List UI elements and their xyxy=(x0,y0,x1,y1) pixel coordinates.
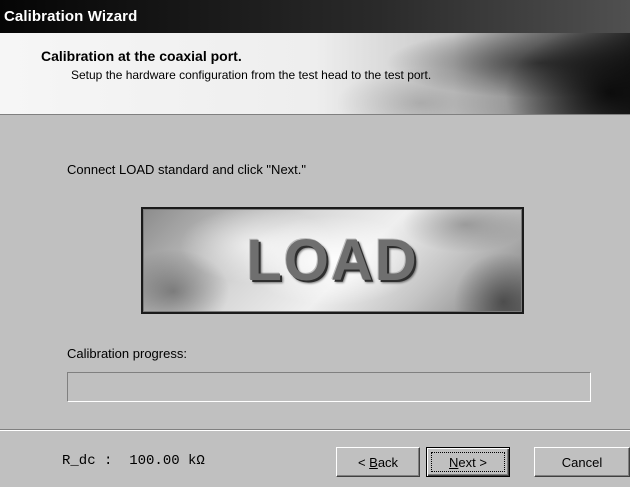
progress-label: Calibration progress: xyxy=(67,346,187,361)
load-standard-label: LOAD xyxy=(246,228,419,293)
back-button-rest: ack xyxy=(377,454,399,470)
focus-rectangle xyxy=(431,452,505,472)
window-title: Calibration Wizard xyxy=(4,8,138,25)
step-title: Calibration at the coaxial port. xyxy=(41,48,242,64)
next-button[interactable]: Next > xyxy=(426,447,510,477)
title-bar[interactable]: Calibration Wizard xyxy=(0,0,630,33)
cancel-button-label: Cancel xyxy=(561,454,603,470)
cancel-button[interactable]: Cancel xyxy=(534,447,630,477)
rdc-readout: R_dc : 100.00 kΩ xyxy=(62,453,205,469)
step-subtitle: Setup the hardware configuration from th… xyxy=(71,68,432,82)
footer-separator xyxy=(0,429,630,431)
instruction-text: Connect LOAD standard and click "Next." xyxy=(67,162,307,177)
calibration-wizard-window: Calibration Wizard Calibration at the co… xyxy=(0,0,630,487)
back-button-prefix: < xyxy=(357,454,370,470)
load-standard-image: LOAD xyxy=(141,207,524,314)
back-button-mnemonic: B xyxy=(369,454,378,470)
calibration-progress-bar xyxy=(67,372,591,402)
wizard-header: Calibration at the coaxial port. Setup t… xyxy=(0,33,630,115)
back-button[interactable]: < Back xyxy=(336,447,420,477)
